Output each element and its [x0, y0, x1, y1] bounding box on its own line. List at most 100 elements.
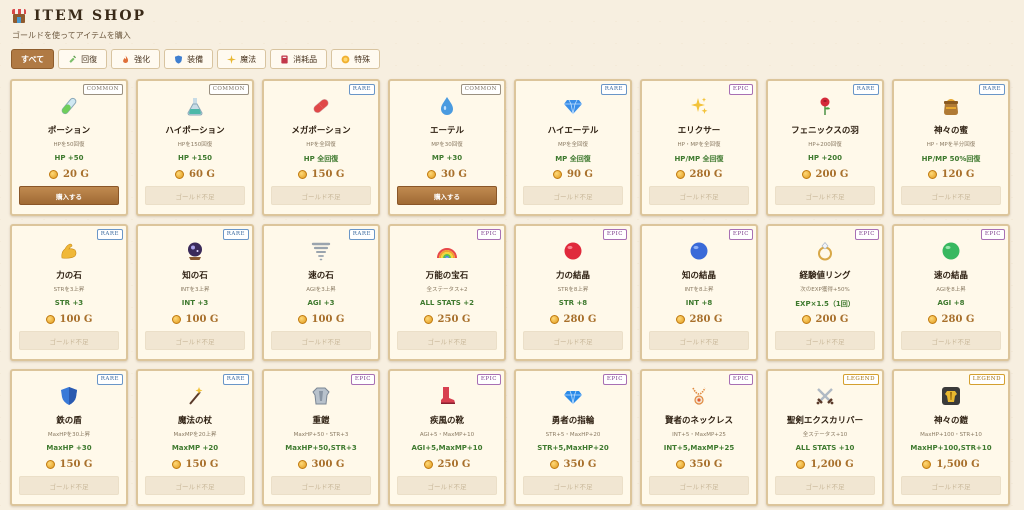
item-card: COMMON ハイポーション HPを150回復 HP +150 60 G ゴール…: [136, 79, 254, 216]
item-description: 全ステータス+10: [802, 432, 848, 438]
item-name: 聖剣エクスカリバー: [786, 416, 864, 426]
tab-recovery[interactable]: 回復: [58, 49, 108, 69]
coin-icon: [922, 460, 932, 469]
coin-icon: [297, 315, 307, 324]
item-card: RARE 魔法の杖 MaxMPを20上昇 MaxMP +20 150 G ゴール…: [136, 369, 254, 506]
insufficient-gold-button: ゴールド不足: [901, 186, 1001, 205]
item-description: MPを30回復: [431, 142, 463, 148]
item-description: STRを8上昇: [557, 287, 589, 293]
price-value: 300 G: [311, 459, 345, 470]
item-price: 250 G: [390, 314, 504, 325]
crystal-ball-icon: [185, 241, 205, 261]
item-stat: MaxHP +30: [46, 444, 92, 452]
item-card: RARE 力の石 STRを3上昇 STR +3 100 G ゴールド不足: [10, 224, 128, 361]
item-price: 100 G: [264, 314, 378, 325]
tab-label: 魔法: [240, 54, 257, 64]
item-stat: MaxHP+100,STR+10: [910, 444, 992, 452]
green-orb-icon: [941, 241, 961, 261]
item-price: 150 G: [12, 459, 126, 470]
item-price: 120 G: [894, 169, 1008, 180]
rarity-badge: EPIC: [980, 229, 1005, 240]
item-price: 60 G: [138, 169, 252, 180]
rarity-badge: LEGEND: [968, 374, 1005, 385]
item-price: 100 G: [12, 314, 126, 325]
armor-icon: [311, 386, 331, 406]
item-description: HP・MPを全回復: [677, 142, 721, 148]
insufficient-gold-button: ゴールド不足: [775, 331, 875, 350]
gem-ring-icon: [563, 386, 583, 406]
item-card: COMMON ポーション HPを50回復 HP +50 20 G 購入する: [10, 79, 128, 216]
magic-wand-icon: [185, 386, 205, 406]
rose-icon: [815, 96, 835, 116]
item-description: MaxHP+100・STR+10: [920, 432, 982, 438]
item-description: 次のEXP獲得+50%: [800, 287, 850, 293]
rainbow-icon: [437, 241, 457, 261]
item-price: 1,500 G: [894, 459, 1008, 470]
item-stat: HP +200: [808, 154, 842, 162]
tab-equipment[interactable]: 装備: [164, 49, 214, 69]
insufficient-gold-button: ゴールド不足: [523, 476, 623, 495]
tab-boost[interactable]: 強化: [111, 49, 161, 69]
tab-special[interactable]: 特殊: [331, 49, 381, 69]
item-description: STR+5・MaxHP+20: [545, 432, 601, 438]
item-name: 力の石: [56, 271, 82, 281]
diamond-icon: [563, 96, 583, 116]
flame-icon: [121, 54, 130, 64]
item-stat: MP 全回復: [555, 155, 591, 163]
item-stat: ALL STATS +10: [795, 444, 855, 452]
item-description: HP・MPを半分回復: [926, 142, 976, 148]
price-value: 350 G: [563, 459, 597, 470]
tab-magic[interactable]: 魔法: [217, 49, 267, 69]
item-stat: MP +30: [431, 154, 463, 162]
blue-orb-icon: [689, 241, 709, 261]
insufficient-gold-button: ゴールド不足: [649, 186, 749, 205]
item-stat: HP/MP 50%回復: [921, 155, 981, 163]
item-card: EPIC 力の結晶 STRを8上昇 STR +8 280 G ゴールド不足: [514, 224, 632, 361]
shield-icon: [174, 54, 183, 64]
rarity-badge: RARE: [222, 229, 249, 240]
item-name: 神々の鎧: [933, 416, 968, 426]
tab-all[interactable]: すべて: [11, 49, 55, 69]
tab-label: 回復: [81, 54, 98, 64]
rarity-badge: EPIC: [476, 229, 501, 240]
item-price: 200 G: [768, 169, 882, 180]
coin-icon: [297, 170, 307, 179]
rarity-badge: RARE: [978, 84, 1005, 95]
item-name: ハイポーション: [165, 126, 225, 136]
item-card: RARE フェニックスの羽 HP+200回復 HP +200 200 G ゴール…: [766, 79, 884, 216]
price-value: 30 G: [441, 169, 467, 180]
tab-label: 装備: [187, 54, 204, 64]
item-price: 20 G: [12, 169, 126, 180]
sparkle-icon: [227, 54, 237, 64]
coin-icon: [45, 460, 55, 469]
star-icon: [341, 55, 350, 64]
divine-armor-icon: [941, 386, 961, 406]
buy-button[interactable]: 購入する: [19, 186, 119, 205]
coin-icon: [927, 315, 937, 324]
price-value: 150 G: [185, 459, 219, 470]
item-card: RARE 神々の蜜 HP・MPを半分回復 HP/MP 50%回復 120 G ゴ…: [892, 79, 1010, 216]
coin-icon: [801, 315, 811, 324]
tab-label: 消耗品: [293, 54, 318, 64]
item-price: 300 G: [264, 459, 378, 470]
item-price: 90 G: [516, 169, 630, 180]
item-description: HPを150回復: [177, 142, 213, 148]
price-value: 150 G: [59, 459, 93, 470]
insufficient-gold-button: ゴールド不足: [271, 331, 371, 350]
item-stat: HP/MP 全回復: [674, 155, 724, 163]
item-stat: AGI+5,MaxMP+10: [411, 444, 483, 452]
item-name: フェニックスの羽: [791, 126, 859, 136]
price-value: 100 G: [311, 314, 345, 325]
item-card: EPIC 経験値リング 次のEXP獲得+50% EXP×1.5（1回） 200 …: [766, 224, 884, 361]
coin-icon: [423, 315, 433, 324]
price-value: 1,500 G: [936, 459, 980, 470]
item-stat: AGI +3: [307, 299, 335, 307]
item-price: 100 G: [138, 314, 252, 325]
item-stat: STR +3: [54, 299, 84, 307]
item-name: 疾風の靴: [429, 416, 464, 426]
sparkles-icon: [689, 96, 709, 116]
rarity-badge: RARE: [222, 374, 249, 385]
buy-button[interactable]: 購入する: [397, 186, 497, 205]
item-card: RARE メガポーション HPを全回復 HP 全回復 150 G ゴールド不足: [262, 79, 380, 216]
tab-consumable[interactable]: 消耗品: [270, 49, 328, 69]
